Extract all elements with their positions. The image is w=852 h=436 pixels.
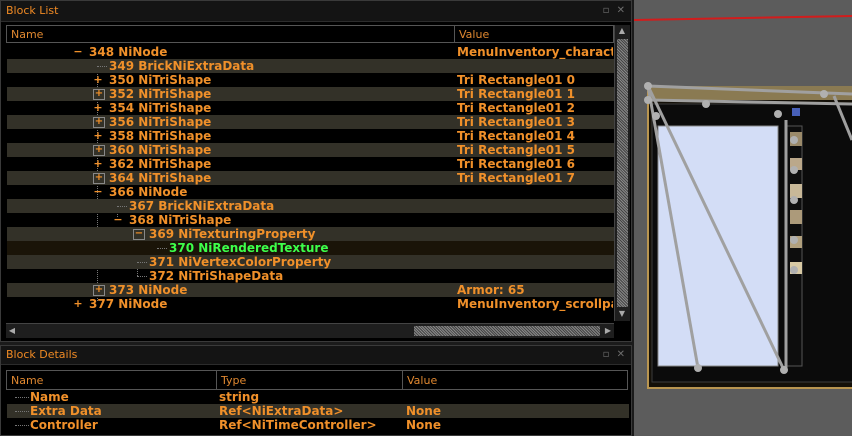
row-value: Tri Rectangle01 0 bbox=[457, 73, 576, 87]
row-value: Tri Rectangle01 4 bbox=[457, 129, 576, 143]
tree-row[interactable]: + 356 NiTriShape Tri Rectangle01 3 bbox=[7, 115, 614, 129]
row-name: 366 NiNode bbox=[109, 185, 188, 199]
expand-icon[interactable]: + bbox=[93, 101, 103, 115]
column-header-value[interactable]: Value bbox=[455, 26, 613, 42]
horizontal-scrollbar[interactable]: ◀ ▶ bbox=[6, 323, 614, 338]
detail-type: Ref<NiTimeController> bbox=[219, 418, 377, 432]
row-name: 371 NiVertexColorProperty bbox=[149, 255, 332, 269]
tree-row[interactable]: − 366 NiNode bbox=[7, 185, 614, 199]
panel-float-close-icons[interactable]: ▫ ✕ bbox=[603, 346, 627, 364]
row-name: 364 NiTriShape bbox=[109, 171, 212, 185]
row-name: 348 NiNode bbox=[89, 45, 168, 59]
block-list-header: Name Value bbox=[6, 25, 614, 43]
detail-row[interactable]: Controller Ref<NiTimeController> None bbox=[7, 418, 629, 432]
vertical-scrollbar[interactable]: ▲ ▼ bbox=[614, 25, 630, 321]
row-value: Tri Rectangle01 7 bbox=[457, 171, 576, 185]
tree-row[interactable]: + 352 NiTriShape Tri Rectangle01 1 bbox=[7, 87, 614, 101]
block-details-header: Name Type Value bbox=[6, 370, 628, 390]
expand-icon[interactable]: + bbox=[93, 117, 105, 128]
scrollbar-thumb[interactable] bbox=[617, 39, 628, 307]
expand-icon[interactable]: + bbox=[93, 89, 105, 100]
detail-type: Ref<NiExtraData> bbox=[219, 404, 344, 418]
expand-icon[interactable]: + bbox=[73, 297, 83, 311]
detail-name: Controller bbox=[30, 418, 98, 432]
scroll-right-arrow-icon[interactable]: ▶ bbox=[602, 325, 614, 337]
expand-icon[interactable]: + bbox=[93, 285, 105, 296]
tree-row[interactable]: + 360 NiTriShape Tri Rectangle01 5 bbox=[7, 143, 614, 157]
tree-row[interactable]: 372 NiTriShapeData bbox=[7, 269, 614, 283]
block-details-panel: Block Details ▫ ✕ Name Type Value Name s… bbox=[0, 345, 632, 436]
row-name: 352 NiTriShape bbox=[109, 87, 212, 101]
row-name: 370 NiRenderedTexture bbox=[169, 241, 329, 255]
row-value: Tri Rectangle01 5 bbox=[457, 143, 576, 157]
detail-value[interactable]: None bbox=[406, 418, 441, 432]
tree-row[interactable]: − 348 NiNode MenuInventory_character bbox=[7, 45, 614, 59]
tree-row[interactable]: 371 NiVertexColorProperty bbox=[7, 255, 614, 269]
tree-row[interactable]: − 368 NiTriShape bbox=[7, 213, 614, 227]
row-value: Tri Rectangle01 6 bbox=[457, 157, 576, 171]
tree-row[interactable]: 349 BrickNiExtraData bbox=[7, 59, 614, 73]
expand-icon[interactable]: + bbox=[93, 173, 105, 184]
detail-value[interactable]: None bbox=[406, 404, 441, 418]
row-name: 358 NiTriShape bbox=[109, 129, 212, 143]
tree-row[interactable]: + 354 NiTriShape Tri Rectangle01 2 bbox=[7, 101, 614, 115]
collapse-icon[interactable]: − bbox=[93, 185, 103, 199]
expand-icon[interactable]: + bbox=[93, 129, 103, 143]
tree-row[interactable]: + 362 NiTriShape Tri Rectangle01 6 bbox=[7, 157, 614, 171]
row-name: 372 NiTriShapeData bbox=[149, 269, 284, 283]
column-header-value[interactable]: Value bbox=[403, 371, 627, 389]
panel-float-close-icons[interactable]: ▫ ✕ bbox=[603, 1, 627, 21]
row-name: 373 NiNode bbox=[109, 283, 188, 297]
viewport-scene bbox=[634, 15, 852, 389]
row-name: 362 NiTriShape bbox=[109, 157, 212, 171]
tree-row[interactable]: + 350 NiTriShape Tri Rectangle01 0 bbox=[7, 73, 614, 87]
expand-icon[interactable]: + bbox=[93, 157, 103, 171]
scroll-up-arrow-icon[interactable]: ▲ bbox=[616, 25, 628, 37]
tree-row-selected[interactable]: 370 NiRenderedTexture bbox=[7, 241, 614, 255]
column-header-type[interactable]: Type bbox=[217, 371, 403, 389]
detail-name: Extra Data bbox=[30, 404, 102, 418]
row-name: 377 NiNode bbox=[89, 297, 168, 311]
row-name: 360 NiTriShape bbox=[109, 143, 212, 157]
block-list-title-bar: Block List ▫ ✕ bbox=[1, 1, 631, 22]
tree-row[interactable]: + 377 NiNode MenuInventory_scrollpan bbox=[7, 297, 614, 311]
detail-name: Name bbox=[30, 390, 69, 404]
column-header-name[interactable]: Name bbox=[7, 26, 455, 42]
block-list-panel: Block List ▫ ✕ Name Value − 348 NiNode M… bbox=[0, 0, 632, 342]
row-name: 349 BrickNiExtraData bbox=[109, 59, 255, 73]
expand-icon[interactable]: + bbox=[93, 145, 105, 156]
tree-row[interactable]: + 358 NiTriShape Tri Rectangle01 4 bbox=[7, 129, 614, 143]
tree-row[interactable]: − 369 NiTexturingProperty bbox=[7, 227, 614, 241]
row-value: Tri Rectangle01 1 bbox=[457, 87, 576, 101]
detail-type: string bbox=[219, 390, 260, 404]
block-details-title: Block Details bbox=[6, 348, 78, 361]
render-viewport[interactable] bbox=[634, 0, 852, 436]
row-name: 350 NiTriShape bbox=[109, 73, 212, 87]
row-name: 367 BrickNiExtraData bbox=[129, 199, 275, 213]
row-name: 369 NiTexturingProperty bbox=[149, 227, 316, 241]
row-name: 368 NiTriShape bbox=[129, 213, 232, 227]
collapse-icon[interactable]: − bbox=[133, 229, 145, 240]
column-header-name[interactable]: Name bbox=[7, 371, 217, 389]
row-value: MenuInventory_character bbox=[457, 45, 613, 59]
detail-row[interactable]: Name string bbox=[7, 390, 629, 404]
block-details-title-bar: Block Details ▫ ✕ bbox=[1, 346, 631, 365]
row-value: Armor: 65 bbox=[457, 283, 525, 297]
tree-row[interactable]: + 373 NiNode Armor: 65 bbox=[7, 283, 614, 297]
row-name: 356 NiTriShape bbox=[109, 115, 212, 129]
collapse-icon[interactable]: − bbox=[113, 213, 123, 227]
scroll-down-arrow-icon[interactable]: ▼ bbox=[616, 308, 628, 320]
collapse-icon[interactable]: − bbox=[73, 45, 83, 59]
scrollbar-thumb[interactable] bbox=[414, 326, 600, 336]
scroll-left-arrow-icon[interactable]: ◀ bbox=[6, 325, 18, 337]
row-value: Tri Rectangle01 3 bbox=[457, 115, 576, 129]
tree-row[interactable]: + 364 NiTriShape Tri Rectangle01 7 bbox=[7, 171, 614, 185]
expand-icon[interactable]: + bbox=[93, 73, 103, 87]
row-name: 354 NiTriShape bbox=[109, 101, 212, 115]
tree-row[interactable]: 367 BrickNiExtraData bbox=[7, 199, 614, 213]
detail-row[interactable]: Extra Data Ref<NiExtraData> None bbox=[7, 404, 629, 418]
row-value: Tri Rectangle01 2 bbox=[457, 101, 576, 115]
row-value: MenuInventory_scrollpan bbox=[457, 297, 613, 311]
block-list-title: Block List bbox=[6, 4, 59, 17]
